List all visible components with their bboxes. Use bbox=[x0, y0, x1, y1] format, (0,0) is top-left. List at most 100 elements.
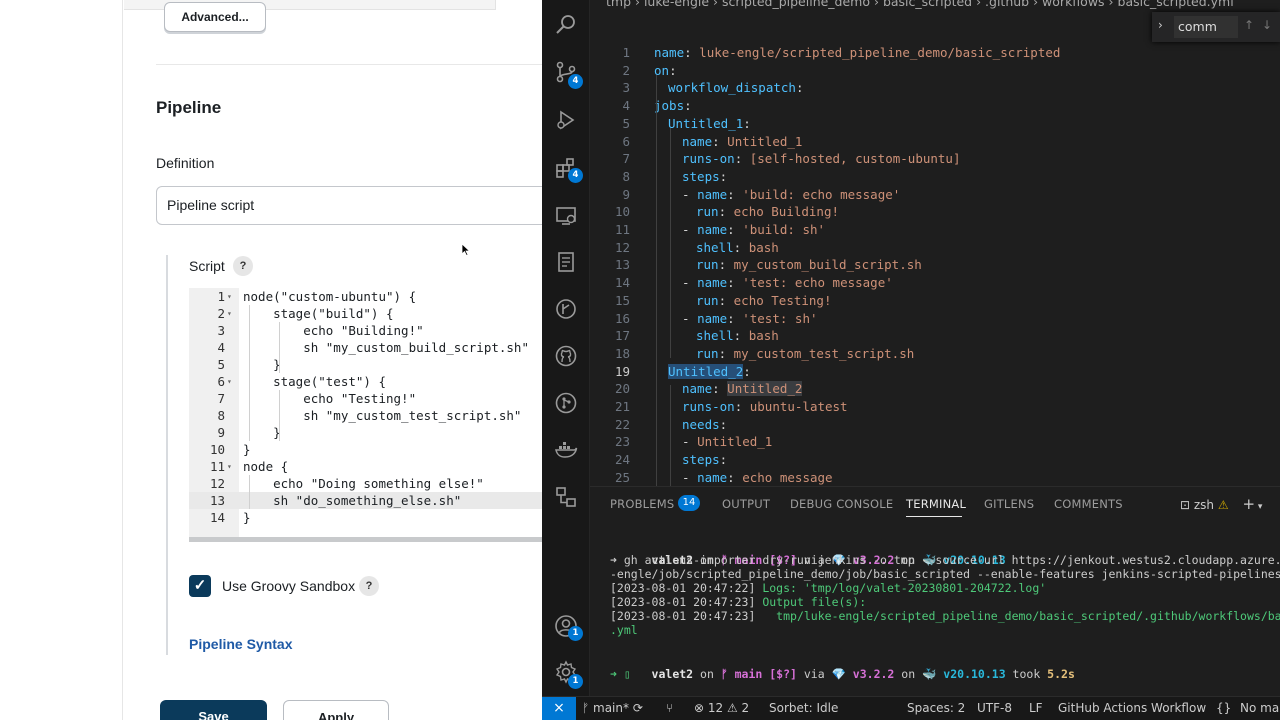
panel-tab-comments[interactable]: COMMENTS bbox=[1054, 497, 1123, 511]
panel-tab-problems[interactable]: PROBLEMS bbox=[610, 497, 674, 511]
terminal-input-line[interactable]: ➜ ▯ bbox=[610, 667, 631, 681]
search-icon[interactable] bbox=[554, 12, 578, 36]
line-number: 1 bbox=[622, 45, 630, 60]
chevron-right-icon[interactable]: › bbox=[1158, 18, 1163, 32]
editor-line[interactable]: 7 runs-on: [self-hosted, custom-ubuntu] bbox=[590, 150, 1280, 168]
editor-line[interactable]: 14 - name: 'test: echo message' bbox=[590, 274, 1280, 292]
status-extra[interactable]: No ma bbox=[1240, 701, 1279, 715]
github-icon[interactable] bbox=[554, 344, 578, 368]
fold-arrow-icon[interactable]: ▾ bbox=[227, 373, 237, 390]
editor-line[interactable]: 24 steps: bbox=[590, 451, 1280, 469]
editor-line[interactable]: 2 on: bbox=[590, 62, 1280, 80]
fold-arrow-icon[interactable]: ▾ bbox=[227, 458, 237, 475]
code-editor[interactable]: 1 name: luke-engle/scripted_pipeline_demo… bbox=[590, 40, 1280, 486]
script-code-line[interactable]: 12 echo "Doing something else!" bbox=[189, 475, 545, 492]
arrow-down-icon[interactable]: ↓ bbox=[1262, 18, 1272, 32]
editor-line[interactable]: 18 run: my_custom_test_script.sh bbox=[590, 345, 1280, 363]
script-code-line[interactable]: 5 } bbox=[189, 356, 545, 373]
editor-line[interactable]: 16 - name: 'test: sh' bbox=[590, 310, 1280, 328]
status-encoding[interactable]: UTF-8 bbox=[977, 701, 1012, 715]
breadcrumb[interactable]: tmp › luke-engle › scripted_pipeline_dem… bbox=[606, 0, 1234, 9]
active-tab-underline bbox=[906, 516, 962, 517]
definition-select[interactable]: Pipeline script bbox=[156, 186, 545, 225]
sandbox-help-icon[interactable]: ? bbox=[359, 576, 379, 596]
find-input[interactable]: comm bbox=[1174, 16, 1238, 38]
panel-tab-output[interactable]: OUTPUT bbox=[722, 497, 770, 511]
editor-line[interactable]: 23 - Untitled_1 bbox=[590, 433, 1280, 451]
sync-icon[interactable]: ⟳ bbox=[629, 701, 643, 715]
run-debug-icon[interactable] bbox=[554, 108, 578, 132]
editor-line[interactable]: 9 - name: 'build: echo message' bbox=[590, 186, 1280, 204]
panel-tab-terminal[interactable]: TERMINAL bbox=[906, 497, 966, 511]
indent-guide bbox=[670, 128, 671, 358]
editor-line[interactable]: 6 name: Untitled_1 bbox=[590, 133, 1280, 151]
editor-line[interactable]: 20 name: Untitled_2 bbox=[590, 380, 1280, 398]
editor-line[interactable]: 13 run: my_custom_build_script.sh bbox=[590, 256, 1280, 274]
script-code-line[interactable]: 1 ▾ node("custom-ubuntu") { bbox=[189, 288, 545, 305]
status-eol[interactable]: LF bbox=[1029, 701, 1043, 715]
docker-icon[interactable] bbox=[554, 438, 578, 462]
extensions-badge: 4 bbox=[568, 168, 583, 183]
apply-button[interactable]: Apply bbox=[283, 700, 389, 720]
remote-explorer-icon[interactable] bbox=[554, 204, 578, 228]
script-code-line[interactable]: 7 echo "Testing!" bbox=[189, 390, 545, 407]
code-text: stage("test") { bbox=[243, 374, 386, 389]
editor-line[interactable]: 25 - name: echo message bbox=[590, 469, 1280, 487]
groovy-sandbox-checkbox[interactable]: ✓ bbox=[189, 575, 211, 597]
status-feedback-icon[interactable]: {} bbox=[1216, 701, 1231, 715]
status-gitlens-icon[interactable]: ⑂ bbox=[666, 701, 673, 715]
status-indentation[interactable]: Spaces: 2 bbox=[907, 701, 965, 715]
testing-icon[interactable] bbox=[554, 250, 578, 274]
script-code-line[interactable]: 10} bbox=[189, 441, 545, 458]
script-code-line[interactable]: 4 sh "my_custom_build_script.sh" bbox=[189, 339, 545, 356]
line-number: 9 bbox=[622, 186, 630, 202]
editor-line[interactable]: 1 name: luke-engle/scripted_pipeline_demo… bbox=[590, 44, 1280, 62]
code-text: name: Untitled_2 bbox=[682, 381, 803, 397]
editor-line[interactable]: 12 shell: bash bbox=[590, 239, 1280, 257]
fold-arrow-icon[interactable]: ▾ bbox=[227, 305, 237, 322]
code-text: runs-on: [self-hosted, custom-ubuntu] bbox=[682, 151, 961, 167]
script-code-line[interactable]: 8 sh "my_custom_test_script.sh" bbox=[189, 407, 545, 424]
save-button[interactable]: Save bbox=[160, 700, 267, 720]
git-graph-icon[interactable] bbox=[554, 391, 578, 415]
script-code-line[interactable]: 3 echo "Building!" bbox=[189, 322, 545, 339]
editor-line[interactable]: 4 jobs: bbox=[590, 97, 1280, 115]
arrow-up-icon[interactable]: ↑ bbox=[1244, 18, 1254, 32]
editor-line[interactable]: 22 needs: bbox=[590, 416, 1280, 434]
editor-line[interactable]: 8 steps: bbox=[590, 168, 1280, 186]
fold-arrow-icon[interactable]: ▾ bbox=[227, 288, 237, 305]
remote-indicator-icon[interactable]: ⨯ bbox=[542, 697, 576, 720]
explorer-tree-icon[interactable] bbox=[554, 485, 578, 509]
groovy-sandbox-label[interactable]: Use Groovy Sandbox bbox=[222, 578, 355, 594]
chevron-down-icon[interactable]: ▾ bbox=[1255, 502, 1263, 512]
script-code-line[interactable]: 2 ▾ stage("build") { bbox=[189, 305, 545, 322]
script-code-editor[interactable]: 1 ▾ node("custom-ubuntu") {2 ▾ stage("build… bbox=[189, 288, 545, 542]
panel-tab-debug-console[interactable]: DEBUG CONSOLE bbox=[790, 497, 893, 511]
editor-line[interactable]: 17 shell: bash bbox=[590, 327, 1280, 345]
editor-line[interactable]: 19 Untitled_2: bbox=[590, 363, 1280, 381]
script-code-line[interactable]: 9 } bbox=[189, 424, 545, 441]
status-sorbet[interactable]: Sorbet: Idle bbox=[769, 701, 838, 715]
plus-icon[interactable]: + bbox=[1242, 495, 1255, 513]
script-code-line[interactable]: 11 ▾ node { bbox=[189, 458, 545, 475]
script-code-line[interactable]: 13 sh "do_something_else.sh" bbox=[189, 492, 545, 509]
script-code-line[interactable]: 6 ▾ stage("test") { bbox=[189, 373, 545, 390]
branch-icon: ᚠ bbox=[582, 701, 594, 715]
editor-line[interactable]: 5 Untitled_1: bbox=[590, 115, 1280, 133]
editor-line[interactable]: 10 run: echo Building! bbox=[590, 203, 1280, 221]
gitlens-icon[interactable] bbox=[554, 297, 578, 321]
editor-line[interactable]: 21 runs-on: ubuntu-latest bbox=[590, 398, 1280, 416]
status-branch[interactable]: ᚠ main* ⟳ bbox=[582, 701, 643, 715]
advanced-button[interactable]: Advanced... bbox=[164, 2, 266, 32]
editor-line[interactable]: 3 workflow_dispatch: bbox=[590, 79, 1280, 97]
status-language-mode[interactable]: GitHub Actions Workflow bbox=[1058, 701, 1206, 715]
status-problems[interactable]: ⊗ 12 ⚠ 2 bbox=[694, 701, 749, 715]
pipeline-syntax-link[interactable]: Pipeline Syntax bbox=[189, 636, 292, 652]
editor-line[interactable]: 11 - name: 'build: sh' bbox=[590, 221, 1280, 239]
script-help-icon[interactable]: ? bbox=[233, 256, 253, 276]
editor-line[interactable]: 15 run: echo Testing! bbox=[590, 292, 1280, 310]
panel-tab-gitlens[interactable]: GITLENS bbox=[984, 497, 1034, 511]
script-code-line[interactable]: 14} bbox=[189, 509, 545, 526]
terminal-shell-selector[interactable]: ⊡ zsh ⚠ + ▾ bbox=[1180, 495, 1262, 513]
find-widget[interactable]: › comm ↑ ↓ bbox=[1152, 12, 1280, 42]
